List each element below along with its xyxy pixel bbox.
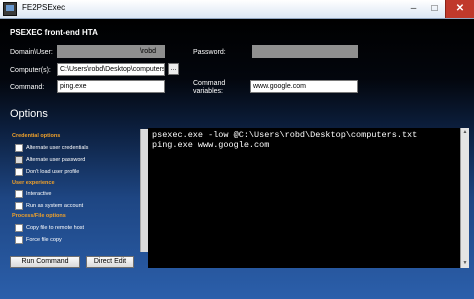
option-label: Interactive [26, 191, 52, 197]
cmd-vars-label-line2: variables: [193, 88, 223, 95]
option-label: Alternate user password [26, 157, 86, 163]
options-title: Options [10, 108, 48, 120]
close-button[interactable]: ✕ [445, 0, 474, 18]
checkbox[interactable] [15, 168, 23, 176]
checkbox[interactable] [15, 236, 23, 244]
checkbox[interactable] [15, 190, 23, 198]
option-label: Run as system account [26, 203, 84, 209]
command-field[interactable]: ping.exe [57, 80, 165, 93]
computers-field[interactable]: C:\Users\robd\Desktop\computers [57, 63, 165, 76]
checkbox[interactable] [15, 224, 23, 232]
command-label: Command: [10, 84, 45, 91]
option-label: Don't load user profile [26, 169, 80, 175]
checkbox[interactable] [15, 156, 23, 164]
section-process-file-options: Process/File options [12, 213, 66, 219]
console-output[interactable]: psexec.exe -low @C:\Users\robd\Desktop\c… [148, 128, 460, 268]
section-credential-options: Credential options [12, 133, 61, 139]
domain-user-field[interactable]: \robd [57, 45, 165, 58]
domain-user-value: \robd [140, 48, 156, 55]
app-icon [3, 2, 17, 16]
console-line: ping.exe www.google.com [152, 140, 270, 150]
maximize-button[interactable]: □ [424, 0, 445, 18]
options-scrollbar[interactable] [140, 129, 148, 252]
computers-label: Computer(s): [10, 67, 51, 74]
section-user-experience: User experience [12, 180, 55, 186]
title-bar: FE2PSExec – □ ✕ [0, 0, 474, 19]
option-label: Copy file to remote host [26, 225, 85, 231]
domain-user-label: Domain\User: [10, 49, 53, 56]
cmd-vars-label-line1: Command [193, 80, 226, 87]
scroll-up-icon[interactable]: ▲ [461, 128, 469, 137]
ellipsis-icon: ... [170, 65, 177, 72]
password-label: Password: [193, 49, 226, 56]
checkbox[interactable] [15, 202, 23, 210]
console-scrollbar[interactable]: ▲ ▼ [460, 128, 469, 268]
page-title: PSEXEC front-end HTA [10, 28, 98, 37]
direct-edit-button[interactable]: Direct Edit [86, 256, 134, 268]
run-command-button[interactable]: Run Command [10, 256, 80, 268]
checkbox[interactable] [15, 144, 23, 152]
password-field[interactable] [252, 45, 358, 58]
browse-button[interactable]: ... [168, 63, 179, 75]
cmd-vars-field[interactable]: www.google.com [250, 80, 358, 93]
option-label: Force file copy [26, 237, 62, 243]
minimize-button[interactable]: – [403, 0, 424, 18]
scroll-down-icon[interactable]: ▼ [461, 259, 469, 268]
window-title: FE2PSExec [22, 3, 66, 12]
console-line: psexec.exe -low @C:\Users\robd\Desktop\c… [152, 130, 418, 140]
option-label: Alternate user credentials [26, 145, 89, 151]
